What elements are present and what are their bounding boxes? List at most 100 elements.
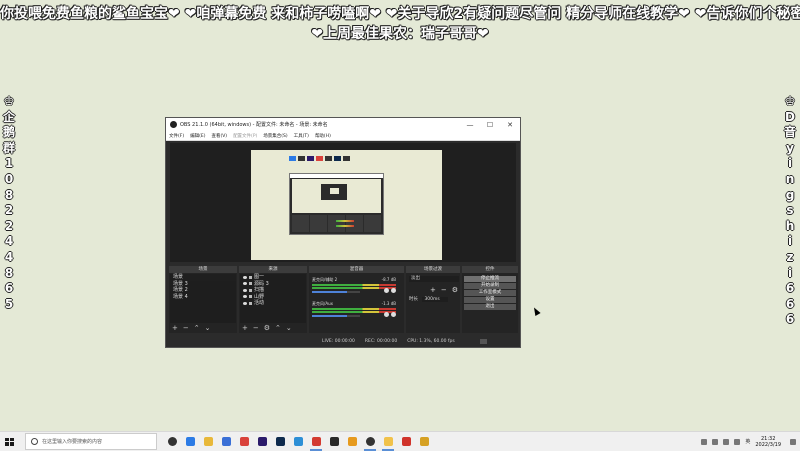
remove-source-button[interactable]: − bbox=[253, 324, 259, 332]
file-explorer-icon[interactable] bbox=[199, 433, 217, 451]
move-up-icon[interactable]: ⌃ bbox=[194, 324, 200, 332]
taskbar-clock[interactable]: 21:32 2022/3/19 bbox=[755, 436, 781, 448]
volume-icon[interactable] bbox=[734, 438, 741, 445]
minimize-button[interactable]: — bbox=[460, 121, 480, 129]
search-placeholder: 在这里输入你要搜索的内容 bbox=[42, 439, 103, 445]
obs-icon[interactable] bbox=[361, 433, 379, 451]
photoshop-icon[interactable] bbox=[271, 433, 289, 451]
scenes-list[interactable]: 场景 场景 3 场景 2 场景 4 bbox=[170, 274, 236, 323]
eye-icon[interactable] bbox=[243, 301, 247, 305]
gear-icon[interactable] bbox=[391, 288, 396, 293]
move-down-icon[interactable]: ⌄ bbox=[205, 324, 211, 332]
channel-db: -1.3 dB bbox=[381, 301, 396, 306]
speaker-icon[interactable] bbox=[384, 312, 389, 317]
windows-taskbar: 在这里输入你要搜索的内容 英 21:32 2022/3/19 bbox=[0, 431, 800, 451]
sources-list[interactable]: 图一 源码 3 扫描 山野 活动 bbox=[240, 274, 306, 323]
tool-icon[interactable] bbox=[343, 433, 361, 451]
move-up-icon[interactable]: ⌃ bbox=[275, 324, 281, 332]
menu-help[interactable]: 帮助(H) bbox=[315, 133, 331, 139]
duration-input[interactable]: 300ms bbox=[422, 297, 448, 302]
task-view-icon[interactable] bbox=[163, 433, 181, 451]
right-vertical-char: z bbox=[786, 249, 794, 264]
chrome-icon[interactable] bbox=[235, 433, 253, 451]
scene-item[interactable]: 场景 4 bbox=[170, 294, 236, 301]
right-vertical-char: i bbox=[787, 265, 793, 280]
menu-tools[interactable]: 工具(T) bbox=[294, 133, 309, 139]
notification-icon[interactable] bbox=[790, 438, 796, 445]
premiere-icon[interactable] bbox=[253, 433, 271, 451]
obs-window[interactable]: OBS 21.1.0 (64bit, windows) - 配置文件: 未命名 … bbox=[166, 118, 520, 347]
maximize-button[interactable]: ☐ bbox=[480, 121, 500, 129]
gear-icon[interactable]: ⚙ bbox=[452, 286, 458, 294]
speaker-icon[interactable] bbox=[384, 288, 389, 293]
lock-icon[interactable] bbox=[249, 301, 252, 305]
status-bar: LIVE: 00:00:00 REC: 00:00:00 CPU: 1.3%, … bbox=[166, 336, 520, 347]
preview-canvas[interactable] bbox=[251, 150, 442, 260]
start-button[interactable] bbox=[5, 437, 14, 446]
scenes-header: 场景 bbox=[169, 266, 237, 273]
ime-language[interactable]: 英 bbox=[745, 438, 750, 445]
add-scene-button[interactable]: + bbox=[172, 324, 178, 332]
netease-music-icon[interactable] bbox=[307, 433, 325, 451]
store-icon[interactable] bbox=[217, 433, 235, 451]
person-icon[interactable] bbox=[701, 438, 708, 445]
right-vertical-char: y bbox=[786, 140, 794, 155]
taskbar-apps bbox=[163, 433, 433, 451]
studio-mode-button[interactable]: 工作室模式 bbox=[464, 290, 516, 296]
remove-transition-button[interactable]: − bbox=[441, 286, 447, 294]
source-item[interactable]: 活动 bbox=[240, 300, 306, 307]
move-down-icon[interactable]: ⌄ bbox=[286, 324, 292, 332]
mixer-channel: 麦克风/辅助 2 -8.7 dB bbox=[312, 277, 396, 293]
menu-view[interactable]: 查看(V) bbox=[211, 133, 227, 139]
eye-icon[interactable] bbox=[243, 282, 247, 286]
eye-icon[interactable] bbox=[243, 295, 247, 299]
right-vertical-char: n bbox=[785, 171, 795, 186]
close-button[interactable]: ✕ bbox=[500, 121, 520, 129]
left-vertical-char: 企 bbox=[2, 109, 15, 124]
network-icon[interactable] bbox=[723, 438, 730, 445]
left-vertical-char: ♔ bbox=[3, 94, 15, 108]
menu-profile[interactable]: 配置文件(P) bbox=[233, 133, 257, 139]
controls-dock: 控件 停止推流 开始录制 工作室模式 设置 退出 bbox=[462, 266, 518, 333]
left-vertical-char: 2 bbox=[4, 218, 14, 233]
exit-button[interactable]: 退出 bbox=[464, 304, 516, 310]
right-vertical-char: i bbox=[787, 234, 793, 249]
right-vertical-char: i bbox=[787, 156, 793, 171]
preview-area[interactable] bbox=[170, 143, 516, 262]
lock-icon[interactable] bbox=[249, 282, 252, 286]
right-vertical-char: ♔ bbox=[784, 94, 796, 108]
map-icon[interactable] bbox=[415, 433, 433, 451]
edge-icon[interactable] bbox=[181, 433, 199, 451]
lock-icon[interactable] bbox=[249, 295, 252, 299]
obs-titlebar[interactable]: OBS 21.1.0 (64bit, windows) - 配置文件: 未命名 … bbox=[166, 118, 520, 131]
menu-scene-collection[interactable]: 场景集合(S) bbox=[263, 133, 287, 139]
up-arrow-icon[interactable] bbox=[712, 438, 719, 445]
taskbar-search[interactable]: 在这里输入你要搜索的内容 bbox=[25, 433, 157, 450]
settings-button[interactable]: 设置 bbox=[464, 297, 516, 303]
start-recording-button[interactable]: 开始录制 bbox=[464, 283, 516, 289]
gear-icon[interactable]: ⚙ bbox=[264, 324, 270, 332]
stop-streaming-button[interactable]: 停止推流 bbox=[464, 276, 516, 282]
twitter-bird-icon[interactable] bbox=[289, 433, 307, 451]
remove-scene-button[interactable]: − bbox=[183, 324, 189, 332]
add-transition-button[interactable]: + bbox=[430, 286, 436, 294]
left-vertical-char: 5 bbox=[4, 296, 14, 311]
folder-icon[interactable] bbox=[379, 433, 397, 451]
volume-slider[interactable] bbox=[312, 315, 360, 317]
eye-icon[interactable] bbox=[243, 288, 247, 292]
lock-icon[interactable] bbox=[249, 288, 252, 292]
gear-icon[interactable] bbox=[391, 312, 396, 317]
add-source-button[interactable]: + bbox=[242, 324, 248, 332]
channel-db: -8.7 dB bbox=[381, 277, 396, 282]
eye-icon[interactable] bbox=[243, 275, 247, 279]
menu-edit[interactable]: 编辑(E) bbox=[190, 133, 205, 139]
left-vertical-char: 2 bbox=[4, 203, 14, 218]
video-icon[interactable] bbox=[397, 433, 415, 451]
game-icon[interactable] bbox=[325, 433, 343, 451]
right-vertical-char: D bbox=[785, 109, 795, 124]
transition-select[interactable]: 淡出 bbox=[409, 276, 459, 282]
lock-icon[interactable] bbox=[249, 275, 252, 279]
mouse-cursor-icon bbox=[531, 306, 541, 316]
menu-file[interactable]: 文件(F) bbox=[169, 133, 184, 139]
volume-slider[interactable] bbox=[312, 291, 360, 293]
